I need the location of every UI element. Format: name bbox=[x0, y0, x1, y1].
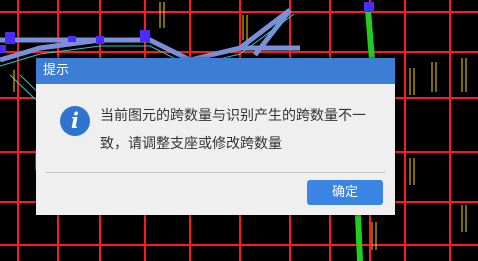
dialog-divider bbox=[45, 172, 386, 173]
info-icon: i bbox=[60, 106, 90, 136]
selected-beam bbox=[365, 9, 375, 61]
dialog-title: 提示 bbox=[36, 58, 395, 84]
selected-beam-lower bbox=[355, 214, 363, 261]
dialog-message: 当前图元的跨数量与识别产生的跨数量不一致，请调整支座或修改跨数量 bbox=[100, 108, 366, 152]
alert-dialog: 提示 i 当前图元的跨数量与识别产生的跨数量不一致，请调整支座或修改跨数量 确定 bbox=[36, 58, 395, 215]
ok-button[interactable]: 确定 bbox=[307, 180, 383, 205]
